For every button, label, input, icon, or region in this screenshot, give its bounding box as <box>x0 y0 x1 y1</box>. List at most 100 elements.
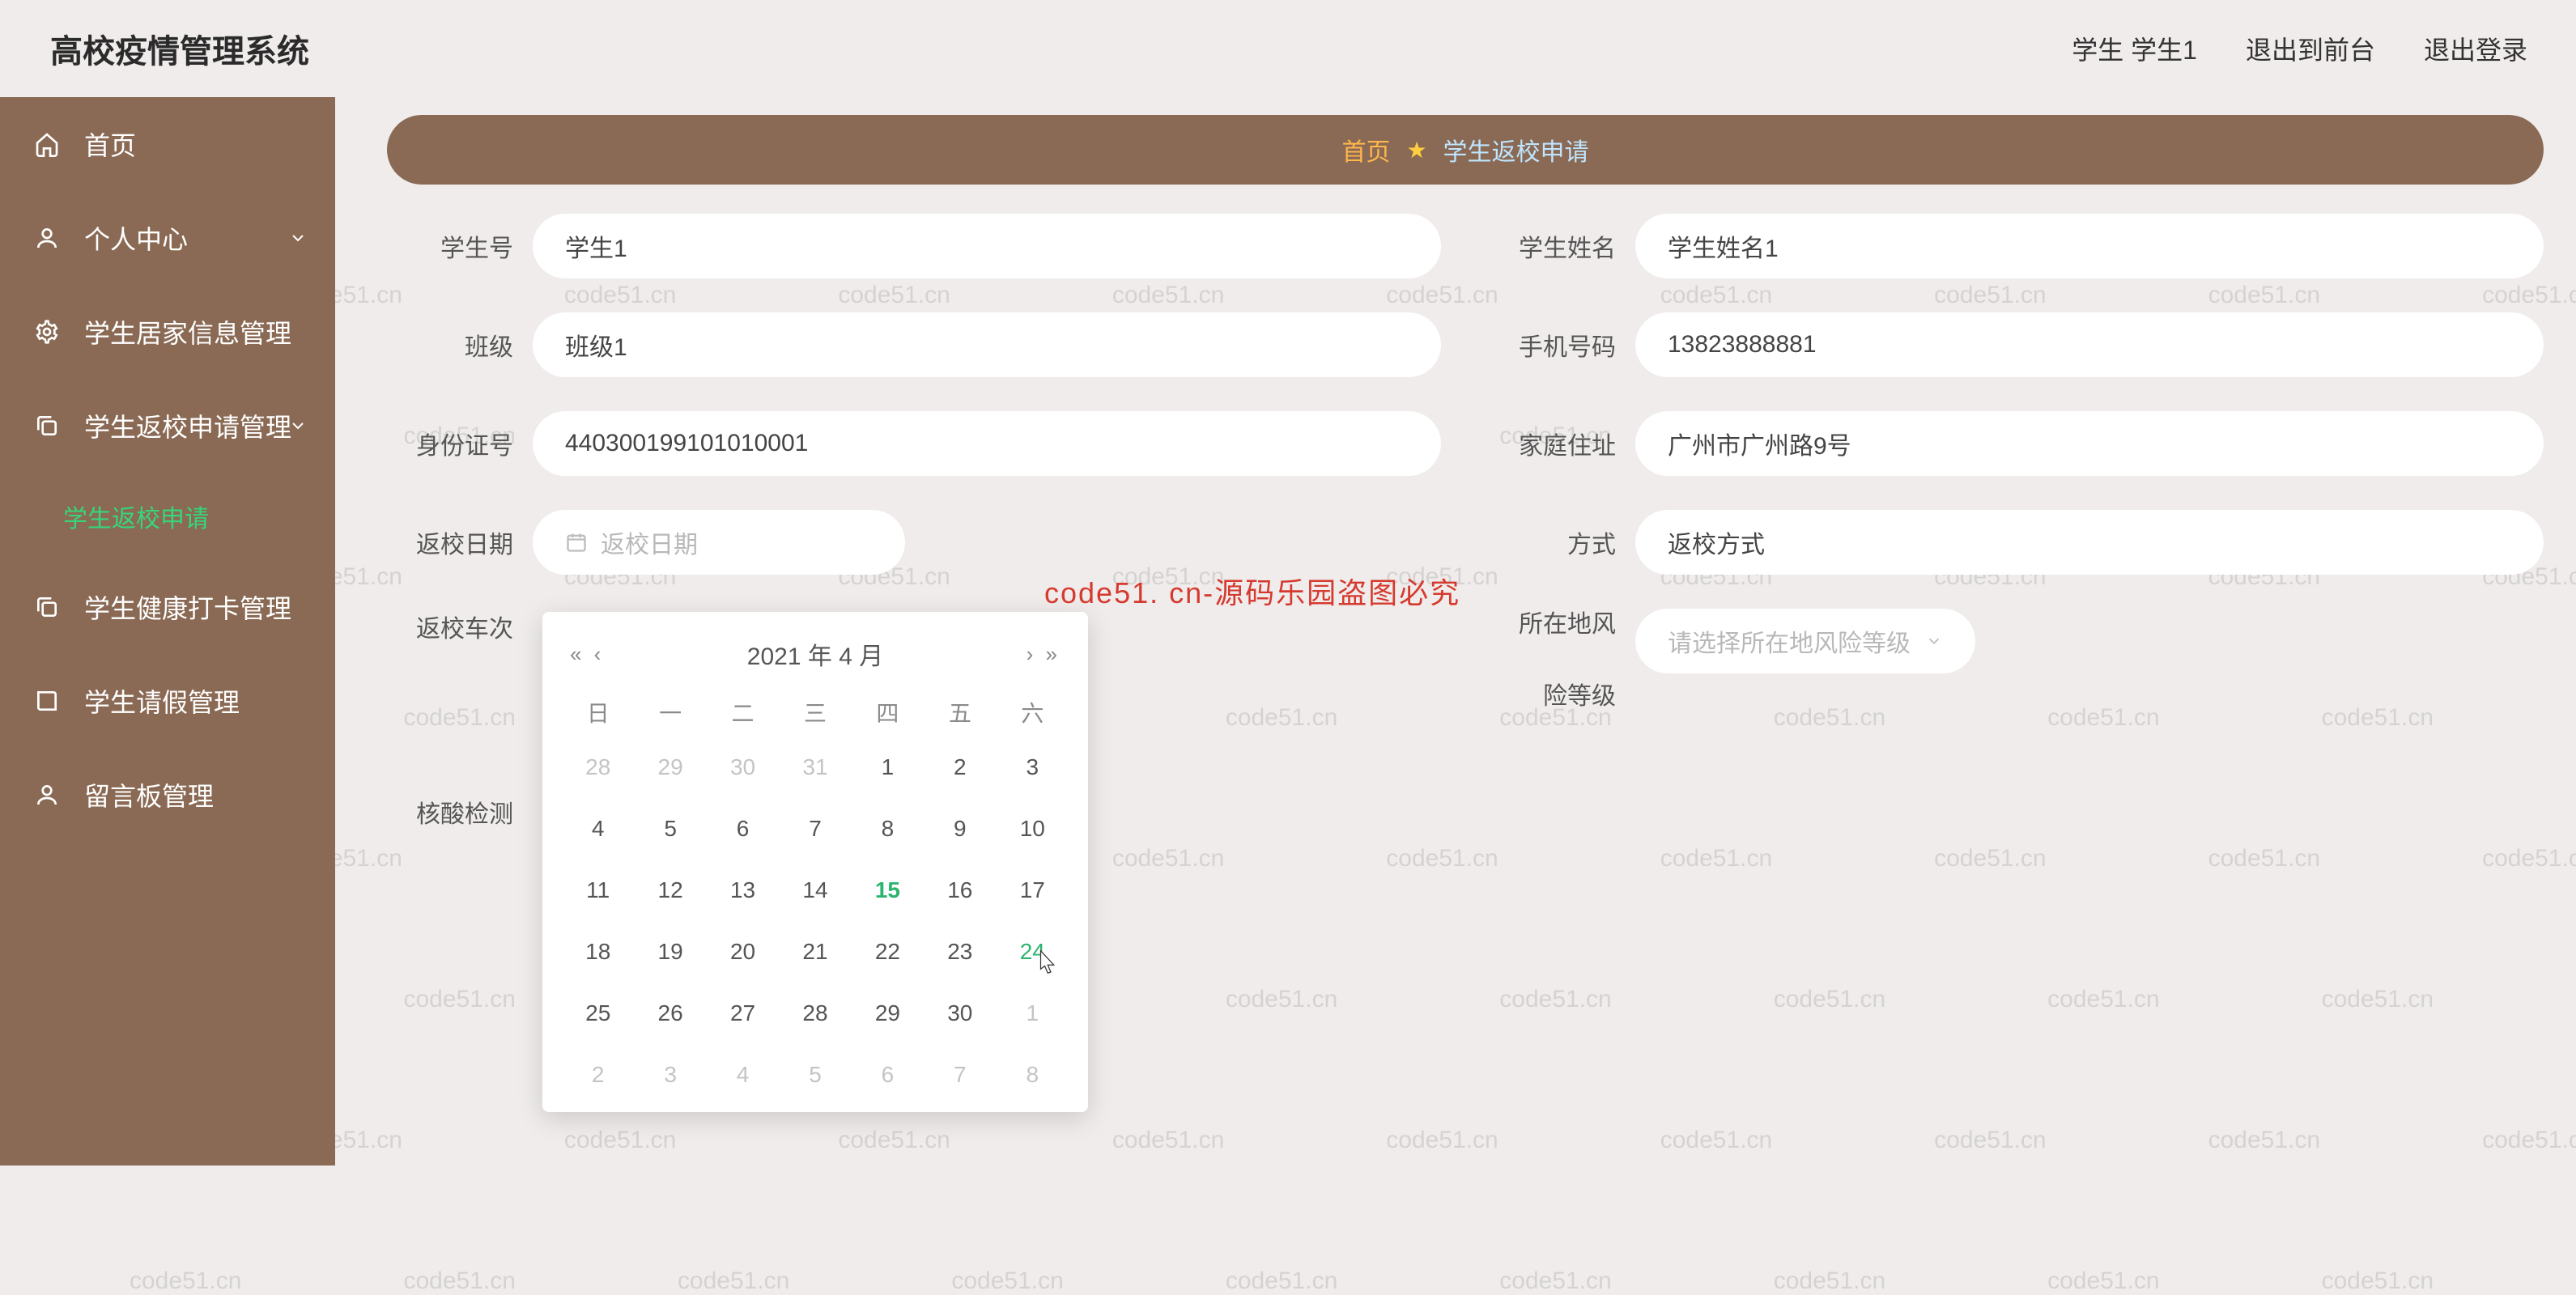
copy-icon <box>32 411 62 440</box>
datepicker-day[interactable]: 30 <box>924 983 996 1044</box>
star-icon: ★ <box>1406 137 1426 163</box>
date-picker: « ‹ 2021 年 4 月 › » 日一二三四五六 2829303112345… <box>542 612 1088 1112</box>
datepicker-day[interactable]: 8 <box>997 1044 1069 1106</box>
datepicker-day[interactable]: 31 <box>779 737 851 798</box>
datepicker-day[interactable]: 8 <box>852 798 924 860</box>
datepicker-day[interactable]: 28 <box>779 983 851 1044</box>
input-return-way[interactable]: 返校方式 <box>1635 510 2544 575</box>
sidebar-item-leave[interactable]: 学生请假管理 <box>0 654 335 748</box>
datepicker-day[interactable]: 19 <box>634 921 706 983</box>
datepicker-day[interactable]: 16 <box>924 860 996 921</box>
sidebar: 首页 个人中心 学生居家信息管理 学生返校申请管理 学生返校申请 学生健康打卡管… <box>0 97 335 1166</box>
datepicker-day[interactable]: 2 <box>562 1044 634 1106</box>
label-risk-level: 所在地风 险等级 <box>1490 609 1635 713</box>
datepicker-day[interactable]: 6 <box>707 798 779 860</box>
input-id-card[interactable]: 440300199101010001 <box>533 411 1441 476</box>
user-icon <box>32 780 62 809</box>
datepicker-grid: 日一二三四五六 28293031123456789101112131415161… <box>562 688 1069 1106</box>
sidebar-item-profile[interactable]: 个人中心 <box>0 191 335 285</box>
datepicker-day[interactable]: 2 <box>924 737 996 798</box>
datepicker-day[interactable]: 3 <box>634 1044 706 1106</box>
datepicker-day[interactable]: 28 <box>562 737 634 798</box>
datepicker-prev[interactable]: « ‹ <box>570 642 604 667</box>
datepicker-day[interactable]: 23 <box>924 921 996 983</box>
datepicker-day[interactable]: 15 <box>852 860 924 921</box>
datepicker-day[interactable]: 26 <box>634 983 706 1044</box>
sidebar-item-home-info[interactable]: 学生居家信息管理 <box>0 285 335 379</box>
tab-current[interactable]: 学生返校申请 <box>1443 132 1589 168</box>
input-class[interactable]: 班级1 <box>533 312 1441 377</box>
user-info[interactable]: 学生 学生1 <box>2072 30 2197 67</box>
datepicker-day[interactable]: 29 <box>852 983 924 1044</box>
datepicker-day[interactable]: 29 <box>634 737 706 798</box>
header-right: 学生 学生1 退出到前台 退出登录 <box>2072 30 2527 67</box>
copy-icon <box>32 592 62 622</box>
input-student-name[interactable]: 学生姓名1 <box>1635 214 2544 278</box>
select-risk-level[interactable]: 请选择所在地风险等级 <box>1635 609 1975 673</box>
home-icon <box>32 130 62 159</box>
sidebar-item-label: 学生返校申请管理 <box>84 407 291 444</box>
input-home-addr[interactable]: 广州市广州路9号 <box>1635 411 2544 476</box>
cursor-icon <box>1035 949 1059 979</box>
sidebar-item-home[interactable]: 首页 <box>0 97 335 191</box>
label-id-card: 身份证号 <box>387 426 533 461</box>
sidebar-item-label: 个人中心 <box>84 219 188 257</box>
datepicker-day[interactable]: 14 <box>779 860 851 921</box>
sidebar-item-label: 首页 <box>84 125 136 163</box>
datepicker-day[interactable]: 5 <box>634 798 706 860</box>
sidebar-sub-return-apply[interactable]: 学生返校申请 <box>0 473 335 560</box>
datepicker-day[interactable]: 4 <box>707 1044 779 1106</box>
logout-front-link[interactable]: 退出到前台 <box>2246 30 2375 67</box>
datepicker-day[interactable]: 21 <box>779 921 851 983</box>
datepicker-day[interactable]: 27 <box>707 983 779 1044</box>
datepicker-day[interactable]: 1 <box>997 983 1069 1044</box>
label-return-way: 方式 <box>1490 524 1635 560</box>
datepicker-title: 2021 年 4 月 <box>747 636 883 672</box>
tab-home[interactable]: 首页 <box>1341 132 1390 168</box>
datepicker-day[interactable]: 30 <box>707 737 779 798</box>
datepicker-day[interactable]: 10 <box>997 798 1069 860</box>
datepicker-day[interactable]: 22 <box>852 921 924 983</box>
sidebar-item-return-apply[interactable]: 学生返校申请管理 <box>0 379 335 473</box>
datepicker-day[interactable]: 20 <box>707 921 779 983</box>
input-phone[interactable]: 13823888881 <box>1635 312 2544 377</box>
input-return-date[interactable]: 返校日期 <box>533 510 905 575</box>
datepicker-day[interactable]: 13 <box>707 860 779 921</box>
app-title: 高校疫情管理系统 <box>50 25 309 72</box>
user-icon <box>32 223 62 253</box>
datepicker-day[interactable]: 6 <box>852 1044 924 1106</box>
datepicker-day[interactable]: 18 <box>562 921 634 983</box>
chevron-down-icon <box>288 416 308 435</box>
datepicker-day[interactable]: 7 <box>924 1044 996 1106</box>
sidebar-item-label: 留言板管理 <box>84 776 214 813</box>
logout-link[interactable]: 退出登录 <box>2424 30 2527 67</box>
sidebar-item-label: 学生居家信息管理 <box>84 313 291 350</box>
datepicker-day[interactable]: 5 <box>779 1044 851 1106</box>
datepicker-day[interactable]: 11 <box>562 860 634 921</box>
label-home-addr: 家庭住址 <box>1490 426 1635 461</box>
sidebar-item-label: 学生请假管理 <box>84 682 240 720</box>
label-student-id: 学生号 <box>387 228 533 264</box>
datepicker-day[interactable]: 17 <box>997 860 1069 921</box>
datepicker-day[interactable]: 7 <box>779 798 851 860</box>
watermark-warning: code51. cn-源码乐园盗图必究 <box>1044 570 1460 612</box>
label-student-name: 学生姓名 <box>1490 228 1635 264</box>
tab-bar: 首页 ★ 学生返校申请 <box>387 115 2544 185</box>
label-nucleic: 核酸检测 <box>387 794 533 830</box>
calendar-icon <box>565 531 588 554</box>
datepicker-day[interactable]: 25 <box>562 983 634 1044</box>
label-class: 班级 <box>387 327 533 363</box>
datepicker-day[interactable]: 4 <box>562 798 634 860</box>
sidebar-item-health-check[interactable]: 学生健康打卡管理 <box>0 560 335 654</box>
sidebar-item-label: 学生健康打卡管理 <box>84 588 291 626</box>
datepicker-day[interactable]: 3 <box>997 737 1069 798</box>
input-student-id[interactable]: 学生1 <box>533 214 1441 278</box>
datepicker-day[interactable]: 9 <box>924 798 996 860</box>
datepicker-day[interactable]: 1 <box>852 737 924 798</box>
sidebar-item-message[interactable]: 留言板管理 <box>0 748 335 842</box>
datepicker-next[interactable]: › » <box>1027 642 1061 667</box>
book-icon <box>32 686 62 715</box>
datepicker-day[interactable]: 12 <box>634 860 706 921</box>
label-return-date: 返校日期 <box>387 524 533 560</box>
chevron-down-icon <box>1925 632 1943 650</box>
